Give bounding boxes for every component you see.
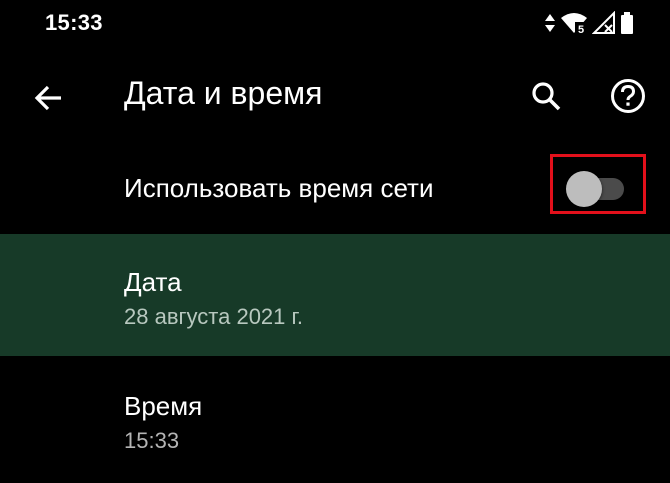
date-label: Дата [124,267,182,297]
status-time: 15:33 [45,10,103,35]
time-label: Время [124,391,203,421]
network-time-toggle-thumb[interactable] [566,171,602,207]
help-icon [611,79,645,113]
wifi-icon: 5 [560,11,588,35]
date-value: 28 августа 2021 г. [124,304,303,329]
page-title: Дата и время [124,75,323,111]
status-icons: 5 [544,9,634,37]
wifi-badge: 5 [578,24,584,35]
time-value: 15:33 [124,428,180,453]
time-row[interactable]: Время 15:33 [0,358,670,483]
battery-icon [620,11,634,35]
network-time-label: Использовать время сети [124,173,434,203]
search-icon [532,82,561,111]
search-button[interactable] [524,74,568,118]
app-bar: Дата и время [0,56,670,136]
signal-icon [592,11,616,35]
back-button[interactable] [26,76,70,120]
date-row[interactable]: Дата 28 августа 2021 г. [0,234,670,356]
back-arrow-icon [34,85,61,111]
data-arrows-icon [544,12,556,34]
network-time-row[interactable]: Использовать время сети [0,140,670,234]
help-button[interactable] [606,74,650,118]
status-bar: 15:33 5 [0,0,670,48]
